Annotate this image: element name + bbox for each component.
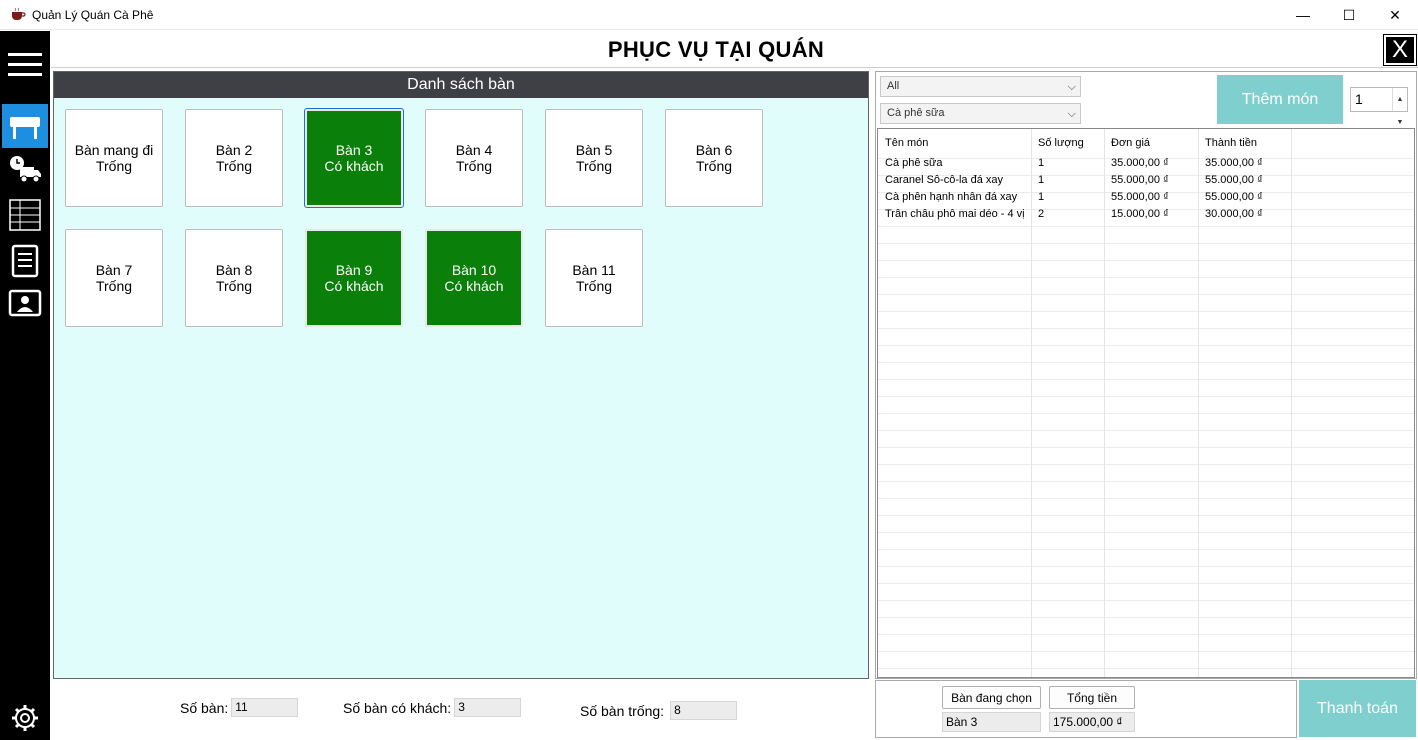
- grid-cell[interactable]: 1: [1038, 174, 1044, 186]
- table-button[interactable]: Bàn 4 Trống: [425, 109, 523, 207]
- table-status: Có khách: [324, 278, 384, 294]
- item-select-value: Cà phê sữa: [887, 107, 945, 119]
- close-form-button[interactable]: X: [1383, 34, 1417, 66]
- busy-count-value: 3: [454, 698, 522, 717]
- table-status: Trống: [215, 278, 253, 294]
- table-list-icon[interactable]: [2, 193, 48, 237]
- table-button[interactable]: Bàn 9 Có khách: [305, 229, 403, 327]
- window-close-button[interactable]: ✕: [1372, 0, 1418, 30]
- selected-table-button[interactable]: Bàn đang chọn: [942, 686, 1041, 709]
- table-button[interactable]: Bàn mang đi Trống: [65, 109, 163, 207]
- table-status: Trống: [455, 158, 493, 174]
- page-title: PHỤC VỤ TẠI QUÁN: [607, 37, 825, 62]
- category-select[interactable]: All ⌵: [880, 76, 1081, 97]
- add-item-button[interactable]: Thêm món: [1217, 75, 1343, 124]
- table-status: Trống: [95, 278, 133, 294]
- column-header[interactable]: Số lượng: [1038, 137, 1084, 149]
- grid-cell[interactable]: 1: [1038, 191, 1044, 203]
- grid-cell[interactable]: 35.000,00 ₫: [1205, 157, 1263, 169]
- grid-cell[interactable]: 35.000,00 ₫: [1111, 157, 1169, 169]
- table-button[interactable]: Bàn 8 Trống: [185, 229, 283, 327]
- grid-cell[interactable]: 2: [1038, 208, 1044, 220]
- free-count-value: 8: [670, 701, 738, 720]
- window-titlebar: Quản Lý Quán Cà Phê — ☐ ✕: [0, 0, 1418, 30]
- table-name: Bàn 8: [215, 262, 253, 278]
- table-status: Trống: [575, 158, 613, 174]
- window-title: Quản Lý Quán Cà Phê: [32, 7, 154, 22]
- table-name: Bàn 5: [575, 142, 613, 158]
- settings-icon[interactable]: [2, 696, 48, 740]
- table-button[interactable]: Bàn 2 Trống: [185, 109, 283, 207]
- chevron-down-icon: ⌵: [1067, 108, 1076, 120]
- free-count-label: Số bàn trống:: [580, 702, 665, 719]
- table-name: Bàn 4: [455, 142, 493, 158]
- table-name: Bàn 11: [572, 262, 616, 278]
- table-name: Bàn 2: [215, 142, 253, 158]
- grid-cell[interactable]: Cà phên hạnh nhân đá xay: [885, 191, 1029, 203]
- page-header: PHỤC VỤ TẠI QUÁN X: [51, 31, 1418, 68]
- table-status: Trống: [215, 158, 253, 174]
- item-select[interactable]: Cà phê sữa ⌵: [880, 103, 1081, 124]
- free-count-stat: Số bàn trống: 8: [580, 701, 738, 720]
- pay-button[interactable]: Thanh toán: [1299, 680, 1416, 737]
- table-service-icon[interactable]: [2, 104, 48, 148]
- menu-icon[interactable]: [2, 43, 48, 87]
- table-count-value: 11: [231, 698, 299, 717]
- chevron-down-icon: ⌵: [1067, 81, 1076, 93]
- selected-table-value: Bàn 3: [942, 712, 1041, 732]
- grid-cell[interactable]: 55.000,00 ₫: [1205, 191, 1263, 203]
- table-status: Có khách: [324, 158, 384, 174]
- table-status: Trống: [95, 158, 133, 174]
- maximize-button[interactable]: ☐: [1326, 0, 1372, 30]
- grid-cell[interactable]: Caranel Sô-cô-la đá xay: [885, 174, 1029, 186]
- table-count-stat: Số bàn: 11: [180, 698, 299, 717]
- table-name: Bàn 3: [335, 142, 373, 158]
- busy-count-stat: Số bàn có khách: 3: [343, 698, 522, 717]
- table-button[interactable]: Bàn 7 Trống: [65, 229, 163, 327]
- staff-icon[interactable]: [2, 281, 48, 325]
- category-select-value: All: [887, 80, 900, 92]
- delivery-icon[interactable]: [2, 148, 48, 192]
- grid-cell[interactable]: 30.000,00 ₫: [1205, 208, 1263, 220]
- table-button[interactable]: Bàn 5 Trống: [545, 109, 643, 207]
- table-status: Trống: [695, 158, 733, 174]
- table-name: Bàn 6: [695, 142, 733, 158]
- quantity-value: 1: [1355, 91, 1363, 107]
- table-status: Trống: [575, 278, 613, 294]
- grid-cell[interactable]: 55.000,00 ₫: [1111, 191, 1169, 203]
- table-count-label: Số bàn:: [180, 699, 229, 716]
- column-header[interactable]: Tên món: [885, 137, 928, 149]
- spin-up-icon[interactable]: ▲: [1397, 88, 1404, 111]
- tables-panel-title: Danh sách bàn: [54, 72, 868, 98]
- order-grid[interactable]: Tên món Số lượng Đơn giá Thành tiền Cà p…: [877, 128, 1415, 678]
- receipt-icon[interactable]: [2, 239, 48, 283]
- table-name: Bàn 10: [451, 262, 497, 278]
- grid-cell[interactable]: Trân châu phô mai déo - 4 vị: [885, 208, 1029, 220]
- minimize-button[interactable]: —: [1280, 0, 1326, 30]
- coffee-cup-icon: [12, 7, 26, 20]
- total-button[interactable]: Tổng tiền: [1049, 686, 1135, 709]
- quantity-stepper[interactable]: 1 ▲ ▼: [1350, 87, 1408, 126]
- table-button[interactable]: Bàn 11 Trống: [545, 229, 643, 327]
- grid-cell[interactable]: 55.000,00 ₫: [1111, 174, 1169, 186]
- column-header[interactable]: Thành tiền: [1205, 137, 1257, 149]
- total-value: 175.000,00 ₫: [1049, 712, 1135, 732]
- busy-count-label: Số bàn có khách:: [343, 699, 452, 716]
- table-name: Bàn 9: [335, 262, 373, 278]
- column-header[interactable]: Đơn giá: [1111, 137, 1150, 149]
- table-button[interactable]: Bàn 3 Có khách: [304, 108, 404, 208]
- table-name: Bàn mang đi: [74, 142, 154, 158]
- grid-cell[interactable]: 15.000,00 ₫: [1111, 208, 1169, 220]
- table-button[interactable]: Bàn 6 Trống: [665, 109, 763, 207]
- sidebar: [0, 31, 50, 740]
- table-button[interactable]: Bàn 10 Có khách: [425, 229, 523, 327]
- grid-cell[interactable]: 55.000,00 ₫: [1205, 174, 1263, 186]
- grid-cell[interactable]: 1: [1038, 157, 1044, 169]
- table-status: Có khách: [444, 278, 504, 294]
- grid-cell[interactable]: Cà phê sữa: [885, 157, 1029, 169]
- table-name: Bàn 7: [95, 262, 133, 278]
